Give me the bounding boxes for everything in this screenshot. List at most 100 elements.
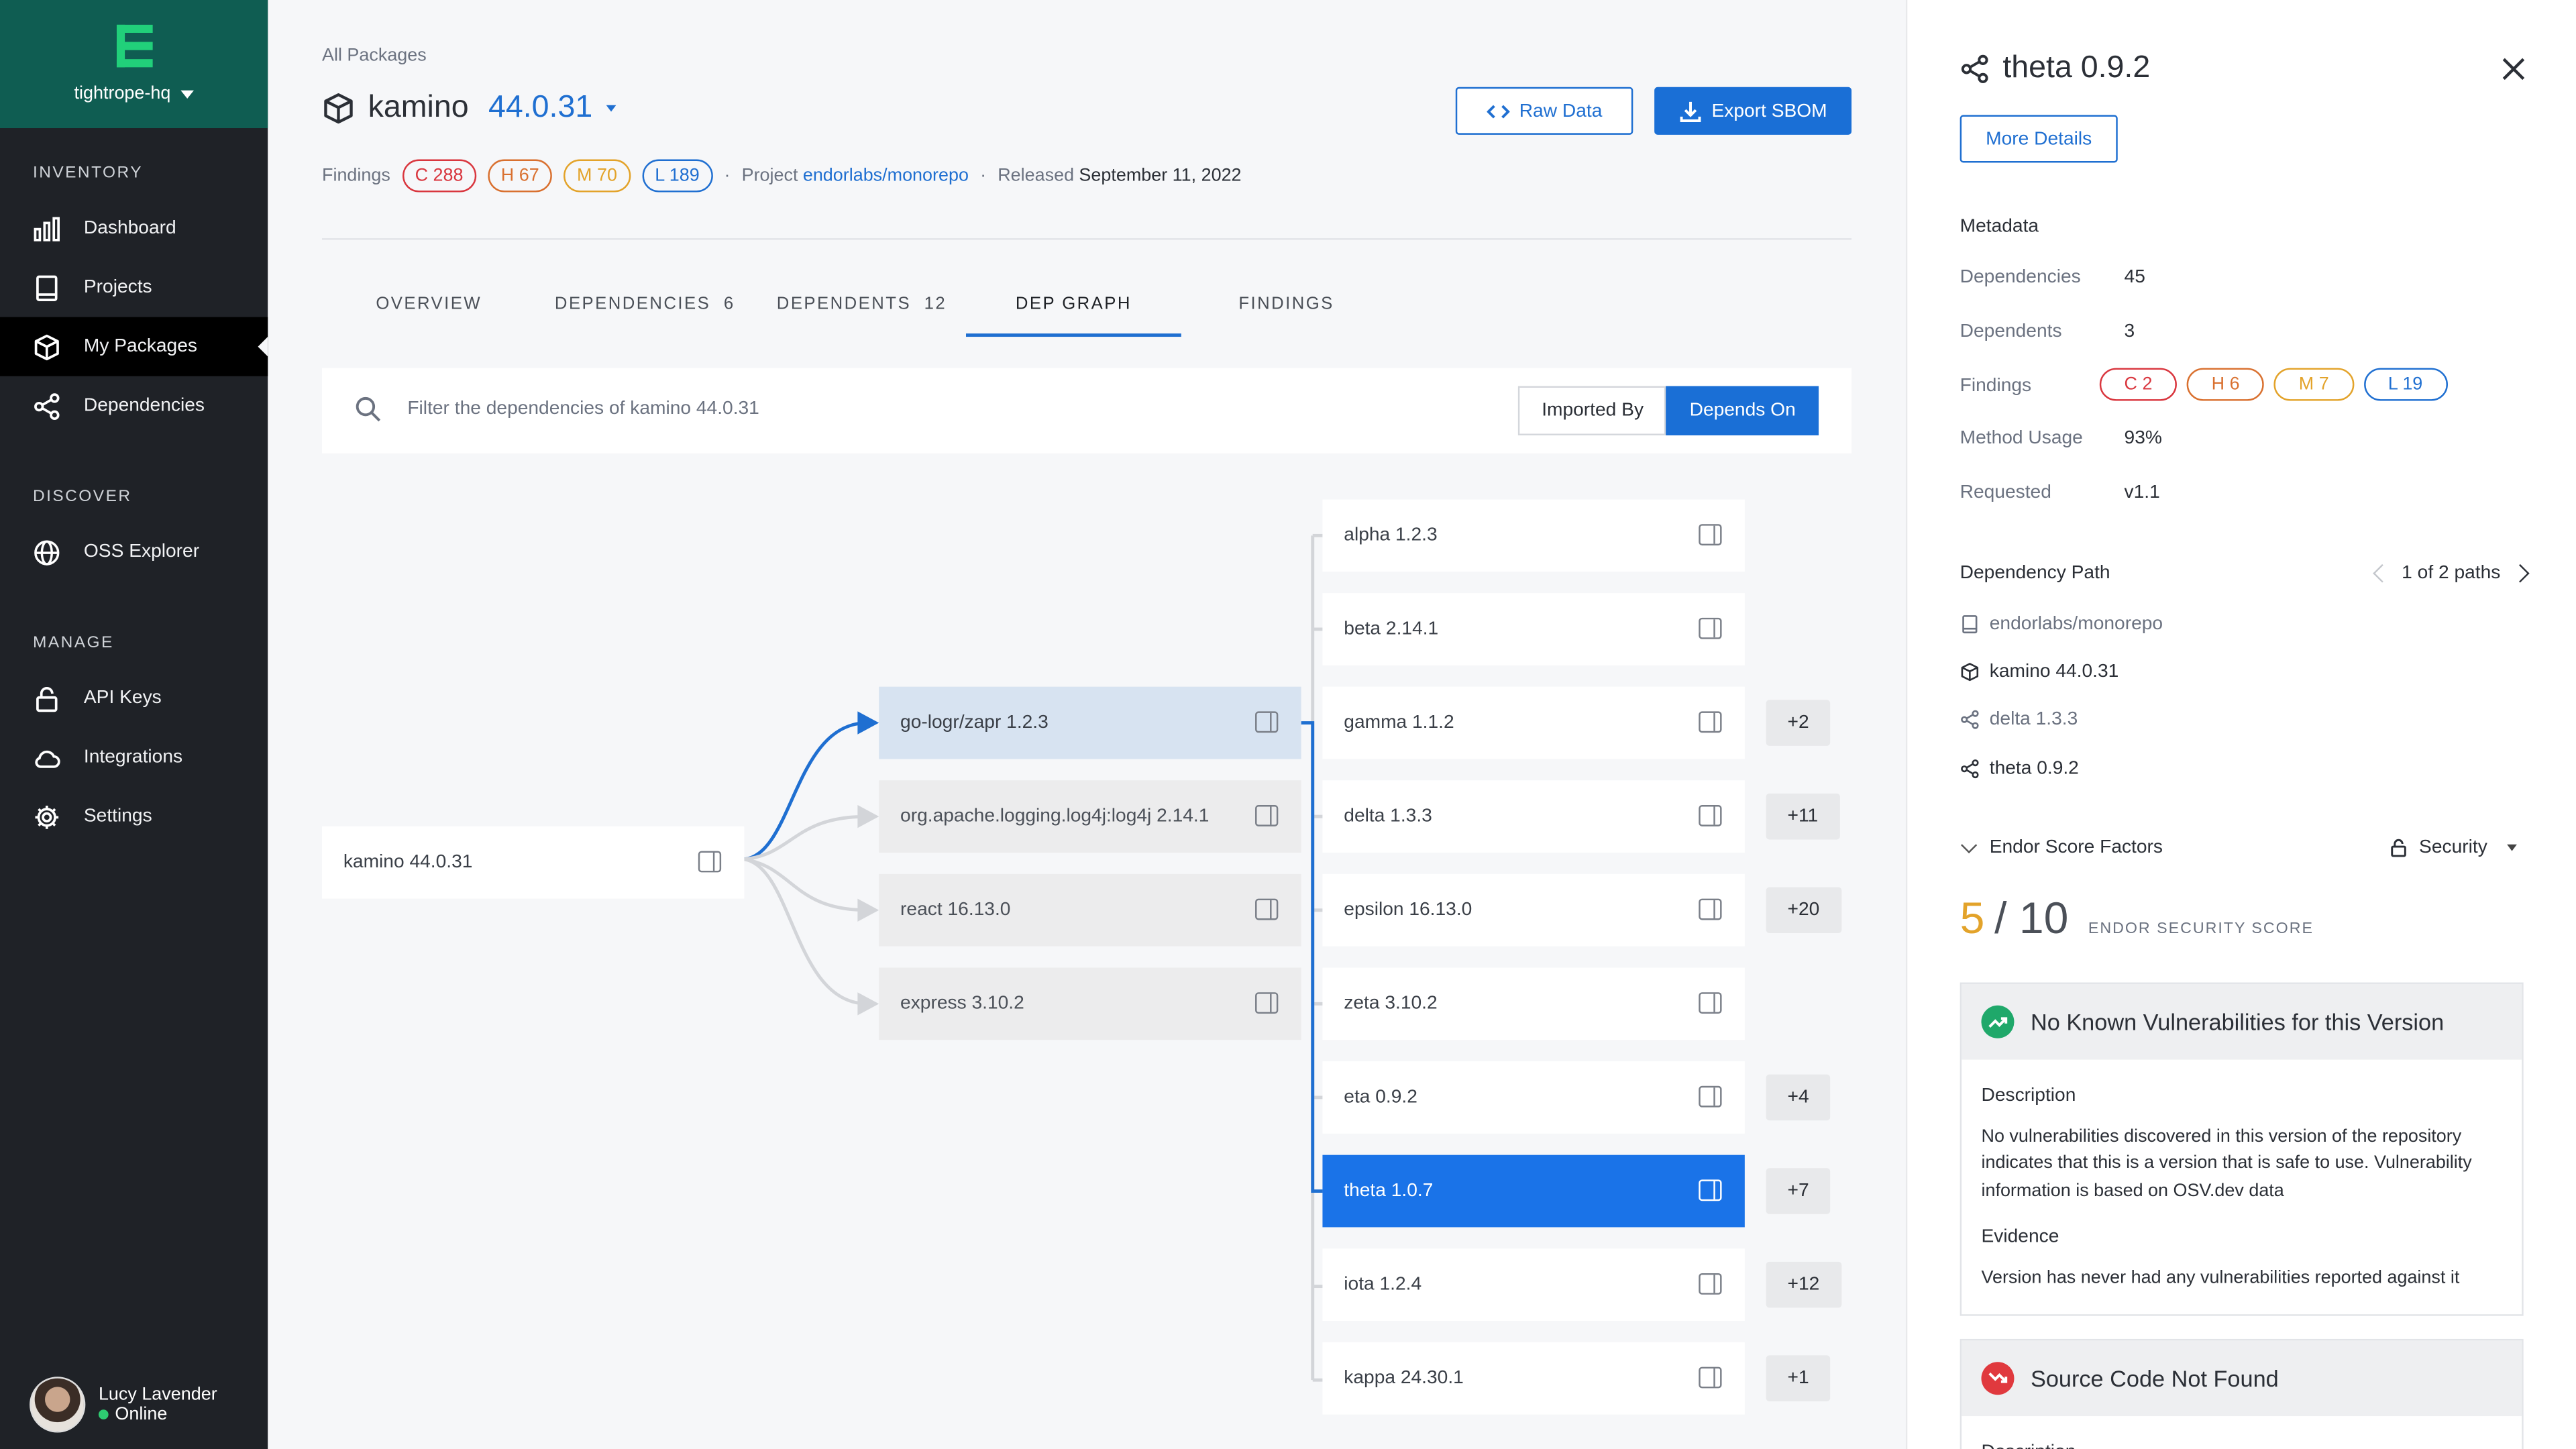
- expand-more-button[interactable]: +7: [1766, 1168, 1831, 1214]
- more-details-button[interactable]: More Details: [1960, 115, 2118, 163]
- graph-node-selected[interactable]: theta 1.0.7: [1322, 1155, 1745, 1228]
- score-label: ENDOR SECURITY SCORE: [2088, 920, 2314, 938]
- nav-integrations[interactable]: Integrations: [0, 728, 268, 787]
- gear-icon: [35, 804, 59, 828]
- nav-oss-explorer[interactable]: OSS Explorer: [0, 523, 268, 582]
- sidebar-panel-icon[interactable]: [698, 851, 722, 873]
- security-dropdown[interactable]: Security: [2390, 838, 2517, 857]
- chevron-right-icon[interactable]: [2510, 564, 2530, 583]
- graph-node-level1[interactable]: go-logr/zapr 1.2.3: [879, 686, 1301, 759]
- sidebar-panel-icon[interactable]: [1699, 1085, 1722, 1108]
- meta-key: Requested: [1960, 483, 2051, 503]
- expand-more-button[interactable]: +1: [1766, 1355, 1831, 1401]
- sidebar-panel-icon[interactable]: [1699, 898, 1722, 920]
- chevron-down-icon: [1961, 836, 1978, 853]
- lock-icon: [2392, 839, 2407, 857]
- card-header[interactable]: No Known Vulnerabilities for this Versio…: [1962, 983, 2522, 1060]
- graph-node-level2[interactable]: delta 1.3.3: [1322, 780, 1745, 853]
- endor-logo-icon[interactable]: [115, 24, 152, 68]
- nav-label: Dashboard: [83, 218, 176, 239]
- low-badge[interactable]: L 19: [2363, 368, 2448, 401]
- lock-icon: [36, 686, 58, 712]
- sidebar-panel-icon[interactable]: [1699, 524, 1722, 546]
- sidebar-panel-icon[interactable]: [1699, 992, 1722, 1014]
- expand-more-button[interactable]: +2: [1766, 700, 1831, 746]
- critical-badge[interactable]: C 2: [2099, 368, 2178, 401]
- expand-more-button[interactable]: +11: [1766, 793, 1840, 840]
- path-item[interactable]: theta 0.9.2: [1960, 759, 2079, 779]
- caret-down-icon: [180, 89, 194, 98]
- chevron-left-icon[interactable]: [2372, 564, 2392, 583]
- node-label: zeta 3.10.2: [1344, 994, 1438, 1014]
- path-label: theta 0.9.2: [1989, 759, 2079, 779]
- dependency-path-heading: Dependency Path: [1960, 564, 2110, 584]
- graph-node-root[interactable]: kamino 44.0.31: [322, 826, 745, 899]
- meta-key: Dependencies: [1960, 268, 2081, 288]
- path-item[interactable]: delta 1.3.3: [1960, 710, 2078, 729]
- sidebar-panel-icon[interactable]: [1699, 1366, 1722, 1389]
- sidebar-panel-icon[interactable]: [1699, 617, 1722, 639]
- edge-root-log4j: [744, 814, 868, 861]
- user-profile[interactable]: Lucy Lavender Online: [30, 1377, 217, 1433]
- meta-key: Findings: [1960, 376, 2032, 396]
- sidebar-panel-icon[interactable]: [1699, 1179, 1722, 1201]
- node-label: eta 0.9.2: [1344, 1087, 1417, 1108]
- expand-more-button[interactable]: +4: [1766, 1074, 1831, 1121]
- path-item[interactable]: kamino 44.0.31: [1960, 662, 2118, 682]
- nav-settings[interactable]: Settings: [0, 787, 268, 846]
- package-icon: [34, 333, 59, 360]
- close-icon[interactable]: [2500, 56, 2526, 82]
- expand-more-button[interactable]: +20: [1766, 887, 1841, 934]
- card-header[interactable]: Source Code Not Found: [1962, 1340, 2522, 1417]
- graph-node-level2[interactable]: eta 0.9.2: [1322, 1061, 1745, 1134]
- panel-title-text: theta 0.9.2: [2002, 50, 2151, 86]
- path-count: 1 of 2 paths: [2402, 564, 2501, 584]
- org-switcher[interactable]: tightrope-hq: [74, 84, 194, 103]
- high-badge[interactable]: H 6: [2186, 368, 2265, 401]
- sidebar: tightrope-hq INVENTORY Dashboard Project…: [0, 0, 268, 1449]
- sidebar-panel-icon[interactable]: [1699, 1273, 1722, 1295]
- card-subtitle: Description: [1981, 1085, 2076, 1106]
- sidebar-panel-icon[interactable]: [1255, 805, 1279, 826]
- security-label: Security: [2419, 837, 2487, 858]
- sidebar-panel-icon[interactable]: [1699, 711, 1722, 733]
- book-icon: [36, 274, 58, 301]
- sidebar-panel-icon[interactable]: [1255, 898, 1279, 920]
- edge-highlight-path: [1301, 721, 1323, 1193]
- card-body: Description: [1962, 1416, 2522, 1449]
- meta-value: 3: [2124, 322, 2135, 342]
- meta-value: 45: [2124, 268, 2145, 288]
- graph-node-level2[interactable]: epsilon 16.13.0: [1322, 873, 1745, 947]
- sidebar-panel-icon[interactable]: [1255, 711, 1279, 733]
- section-manage: MANAGE: [32, 634, 114, 653]
- score-factors-label: Endor Score Factors: [1989, 837, 2163, 858]
- graph-node-level2[interactable]: gamma 1.1.2: [1322, 686, 1745, 759]
- sidebar-panel-icon[interactable]: [1255, 992, 1279, 1014]
- nav-projects[interactable]: Projects: [0, 258, 268, 317]
- graph-node-level2[interactable]: zeta 3.10.2: [1322, 967, 1745, 1040]
- node-label: alpha 1.2.3: [1344, 525, 1438, 546]
- package-icon: [1961, 663, 1979, 682]
- node-label: go-logr/zapr 1.2.3: [900, 712, 1049, 733]
- expand-more-button[interactable]: +12: [1766, 1261, 1841, 1308]
- path-item[interactable]: endorlabs/monorepo: [1960, 614, 2163, 634]
- graph-node-level1[interactable]: express 3.10.2: [879, 967, 1301, 1040]
- card-description: No vulnerabilities discovered in this ve…: [1981, 1126, 2472, 1200]
- card-subtitle: Evidence: [1981, 1227, 2059, 1247]
- nav-dependencies[interactable]: Dependencies: [0, 376, 268, 435]
- medium-badge[interactable]: M 7: [2274, 368, 2354, 401]
- graph-node-level2[interactable]: kappa 24.30.1: [1322, 1342, 1745, 1415]
- nav-dashboard[interactable]: Dashboard: [0, 199, 268, 258]
- nav-api-keys[interactable]: API Keys: [0, 669, 268, 728]
- edge-root-zapr: [744, 721, 868, 861]
- path-label: endorlabs/monorepo: [1989, 614, 2163, 635]
- graph-node-level2[interactable]: alpha 1.2.3: [1322, 499, 1745, 572]
- graph-node-level2[interactable]: beta 2.14.1: [1322, 593, 1745, 665]
- graph-node-level1[interactable]: react 16.13.0: [879, 873, 1301, 947]
- nav-my-packages[interactable]: My Packages: [0, 317, 268, 376]
- graph-node-level2[interactable]: iota 1.2.4: [1322, 1248, 1745, 1321]
- graph-node-level1[interactable]: org.apache.logging.log4j:log4j 2.14.1: [879, 780, 1301, 853]
- score-factors-toggle[interactable]: Endor Score Factors: [1961, 836, 2163, 858]
- node-label: kamino 44.0.31: [343, 853, 473, 873]
- sidebar-panel-icon[interactable]: [1699, 805, 1722, 826]
